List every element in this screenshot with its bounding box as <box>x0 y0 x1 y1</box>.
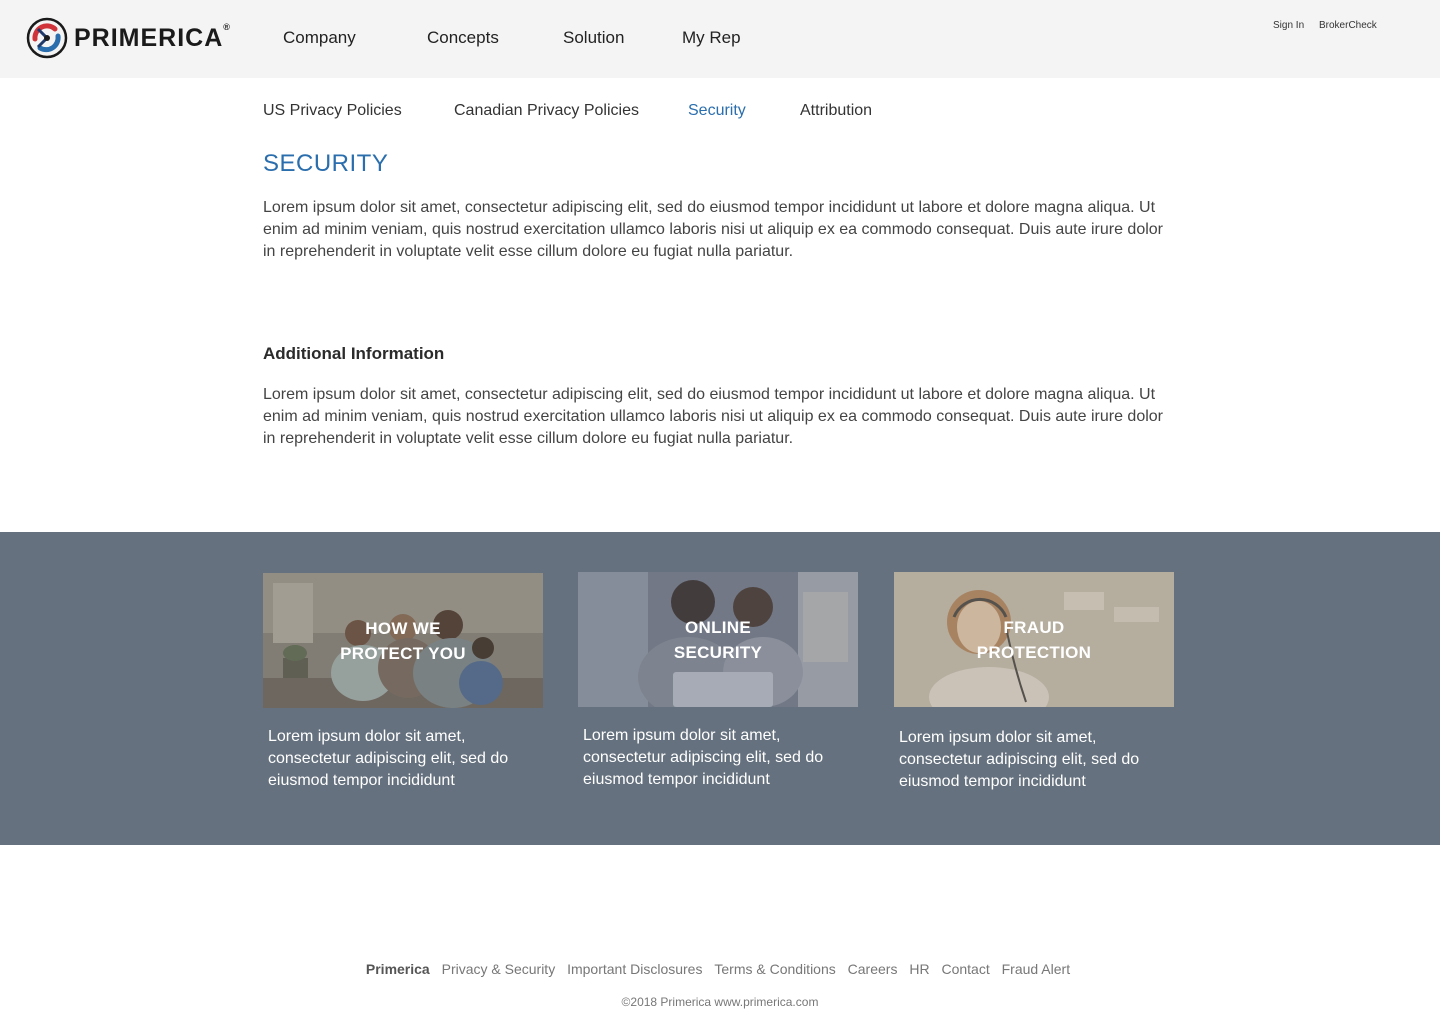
card-title: FRAUD PROTECTION <box>976 617 1092 662</box>
primerica-logo[interactable]: PRIMERICA® <box>26 17 231 59</box>
tab-canadian-privacy-policies[interactable]: Canadian Privacy Policies <box>454 102 639 120</box>
card-description: Lorem ipsum dolor sit amet, consectetur … <box>899 729 1140 790</box>
couple-laptop-photo[interactable]: ONLINE SECURITY <box>578 572 858 707</box>
nav-my-rep[interactable]: My Rep <box>682 28 741 48</box>
logo-wordmark: PRIMERICA® <box>74 21 231 52</box>
card-how-we-protect-you[interactable]: HOW WE PROTECT YOU Lorem ipsum dolor sit … <box>263 573 543 792</box>
tab-us-privacy-policies[interactable]: US Privacy Policies <box>263 102 402 120</box>
page-title: SECURITY <box>263 150 389 177</box>
footer-link-hr[interactable]: HR <box>909 961 929 977</box>
family-photo[interactable]: HOW WE PROTECT YOU <box>263 573 543 708</box>
primerica-logo-icon <box>26 17 68 59</box>
card-description: Lorem ipsum dolor sit amet, consectetur … <box>583 727 824 788</box>
tab-security[interactable]: Security <box>688 102 746 120</box>
tab-attribution[interactable]: Attribution <box>800 102 872 120</box>
footer-link-contact[interactable]: Contact <box>941 961 989 977</box>
additional-info-heading: Additional Information <box>263 344 445 363</box>
footer-link-important-disclosures[interactable]: Important Disclosures <box>567 961 702 977</box>
sign-in-link[interactable]: Sign In <box>1273 20 1304 31</box>
card-title: ONLINE SECURITY <box>673 617 763 662</box>
footer-link-careers[interactable]: Careers <box>848 961 898 977</box>
intro-paragraph: Lorem ipsum dolor sit amet, consectetur … <box>263 199 1163 260</box>
nav-company[interactable]: Company <box>283 28 356 48</box>
card-online-security[interactable]: ONLINE SECURITY Lorem ipsum dolor sit ame… <box>578 572 858 791</box>
nav-solution[interactable]: Solution <box>563 28 624 48</box>
brokercheck-link[interactable]: BrokerCheck <box>1319 20 1377 31</box>
footer-links: Primerica Privacy & Security Important D… <box>0 961 1440 977</box>
site-header: PRIMERICA® Company Concepts Solution My … <box>0 0 1440 78</box>
nav-concepts[interactable]: Concepts <box>427 28 499 48</box>
footer-brand: Primerica <box>365 961 430 977</box>
additional-info-paragraph: Lorem ipsum dolor sit amet, consectetur … <box>263 386 1163 447</box>
copyright: ©2018 Primerica www.primerica.com <box>621 995 819 1009</box>
card-fraud-protection[interactable]: FRAUD PROTECTION Lorem ipsum dolor sit am… <box>894 572 1174 793</box>
footer-link-privacy-security[interactable]: Privacy & Security <box>442 961 556 977</box>
security-cards-band: HOW WE PROTECT YOU Lorem ipsum dolor sit … <box>0 532 1440 845</box>
card-description: Lorem ipsum dolor sit amet, consectetur … <box>268 728 509 789</box>
footer-link-fraud-alert[interactable]: Fraud Alert <box>1002 961 1070 977</box>
card-title: HOW WE PROTECT YOU <box>340 618 466 663</box>
support-agent-photo[interactable]: FRAUD PROTECTION <box>894 572 1174 707</box>
footer-link-terms-conditions[interactable]: Terms & Conditions <box>714 961 835 977</box>
